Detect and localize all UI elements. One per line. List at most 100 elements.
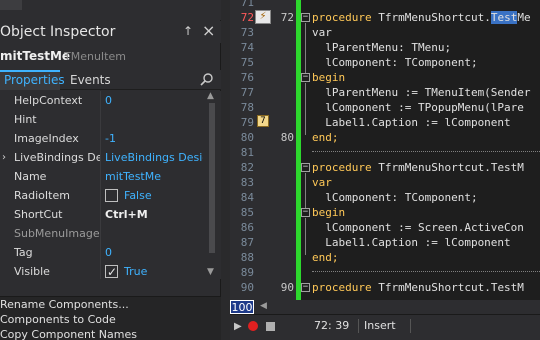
tab-properties[interactable]: Properties: [0, 70, 65, 90]
property-row[interactable]: Tag 0: [0, 243, 203, 262]
insert-mode[interactable]: Insert: [364, 319, 396, 332]
column-divider[interactable]: [100, 91, 101, 279]
code-editor: 71 72 73 74 75 76 77 78 79 80 81 82 83 8…: [230, 0, 540, 340]
selected-text: Test: [490, 11, 518, 24]
inspector-actions: Rename Components... Components to Code …: [0, 296, 221, 340]
search-icon[interactable]: [199, 72, 215, 88]
line-number: 78: [240, 101, 254, 114]
line-number: 72: [240, 11, 254, 24]
property-name: ShortCut: [14, 208, 63, 221]
line-number: 87: [240, 236, 254, 249]
line-number: 75: [240, 56, 254, 69]
line-number: 83: [240, 176, 254, 189]
property-row[interactable]: HelpContext 0: [0, 91, 203, 110]
fold-collapse-icon[interactable]: −: [301, 283, 310, 292]
stop-macro-icon[interactable]: [266, 322, 275, 331]
line-number-secondary: 80: [280, 131, 294, 144]
breakpoint-icon[interactable]: ⚡: [255, 10, 271, 24]
bookmark-icon[interactable]: 7: [257, 115, 269, 127]
method-separator: [312, 151, 540, 152]
property-value[interactable]: 0: [105, 91, 203, 110]
play-macro-icon[interactable]: ▶: [234, 321, 242, 332]
line-number: 86: [240, 221, 254, 234]
fold-collapse-icon[interactable]: −: [301, 13, 310, 22]
action-rename-components[interactable]: Rename Components...: [0, 298, 129, 312]
property-row[interactable]: Visible ✓ True: [0, 262, 203, 281]
code-line: var: [312, 176, 332, 189]
horizontal-scrollbar[interactable]: 100 ◀: [230, 300, 540, 314]
fold-collapse-icon[interactable]: −: [301, 208, 310, 217]
radioitem-checkbox[interactable]: [105, 189, 118, 202]
action-components-to-code[interactable]: Components to Code: [0, 313, 116, 327]
fold-collapse-icon[interactable]: −: [301, 163, 310, 172]
line-number-secondary: 90: [280, 281, 294, 294]
fold-guide: [305, 218, 306, 255]
property-value[interactable]: 0: [105, 243, 203, 262]
line-number: 85: [240, 206, 254, 219]
code-line: procedure TfrmMenuShortcut.TestMe: [312, 11, 531, 24]
visible-checkbox[interactable]: ✓: [105, 265, 118, 279]
property-name: HelpContext: [14, 94, 83, 107]
property-row[interactable]: SubMenuImages: [0, 224, 203, 243]
code-line: lComponent: TComponent;: [312, 191, 478, 204]
property-value[interactable]: mitTestMe: [105, 167, 203, 186]
line-number: 71: [240, 0, 254, 9]
tab-events[interactable]: Events: [66, 70, 115, 90]
code-line: begin: [312, 71, 346, 84]
status-separator: [410, 319, 411, 333]
close-icon[interactable]: ×: [202, 21, 215, 40]
code-line: end;: [312, 251, 339, 264]
property-row[interactable]: ImageIndex -1: [0, 129, 203, 148]
line-number: 77: [240, 86, 254, 99]
line-number: 81: [240, 146, 254, 159]
line-number: 90: [240, 281, 254, 294]
property-row[interactable]: Hint: [0, 110, 203, 129]
zoom-level[interactable]: 100: [230, 300, 254, 314]
action-copy-component-names[interactable]: Copy Component Names: [0, 328, 137, 340]
line-number: 89: [240, 266, 254, 279]
line-number: 80: [240, 131, 254, 144]
line-number: 82: [240, 161, 254, 174]
code-area[interactable]: procedure TfrmMenuShortcut.TestMe var lP…: [312, 0, 540, 300]
property-name: Hint: [14, 113, 37, 126]
code-line: lParentMenu: TMenu;: [312, 41, 452, 54]
scrollbar-thumb[interactable]: [209, 103, 215, 253]
property-row[interactable]: Name mitTestMe: [0, 167, 203, 186]
editor-status-bar: ▶ 72: 39 Insert: [230, 314, 540, 340]
inspector-title: Object Inspector: [0, 24, 116, 40]
property-row[interactable]: › LiveBindings Designer LiveBindings Des…: [0, 148, 203, 167]
property-value[interactable]: -1: [105, 129, 203, 148]
code-line: end;: [312, 131, 339, 144]
object-name: mitTestMe: [0, 49, 71, 63]
scroll-down-icon[interactable]: ▼: [207, 267, 214, 277]
code-line: procedure TfrmMenuShortcut.TestM: [312, 281, 524, 294]
property-value[interactable]: LiveBindings Designer: [105, 148, 203, 167]
scroll-left-icon[interactable]: ◀: [260, 301, 267, 311]
pin-icon[interactable]: ↑: [183, 24, 193, 38]
splitter[interactable]: [221, 0, 230, 340]
object-inspector-panel: Object Inspector ↑ × mitTestMe TMenuItem…: [0, 0, 221, 340]
property-value[interactable]: Ctrl+M: [105, 205, 203, 224]
line-number: 76: [240, 71, 254, 84]
scroll-up-icon[interactable]: ▲: [207, 91, 214, 101]
property-row[interactable]: RadioItem False: [0, 186, 203, 205]
inspector-title-bar: Object Inspector ↑ ×: [0, 21, 221, 43]
code-line: var: [312, 26, 332, 39]
fold-guide: [305, 83, 306, 135]
line-number-gutter[interactable]: 71 72 73 74 75 76 77 78 79 80 81 82 83 8…: [230, 0, 296, 300]
method-separator: [312, 271, 540, 272]
property-name: Name: [14, 170, 47, 183]
line-number: 79: [240, 116, 254, 129]
fold-collapse-icon[interactable]: −: [301, 73, 310, 82]
record-macro-icon[interactable]: [248, 321, 258, 331]
property-name: ImageIndex: [14, 132, 79, 145]
property-row[interactable]: ShortCut Ctrl+M: [0, 205, 203, 224]
chevron-right-icon[interactable]: ›: [2, 148, 6, 167]
code-line: lParentMenu := TMenuItem(Sender: [312, 86, 531, 99]
panel-tab-remnant[interactable]: [0, 0, 22, 10]
object-selector[interactable]: mitTestMe TMenuItem: [0, 46, 221, 66]
property-value: False: [124, 189, 152, 202]
property-scrollbar[interactable]: ▲ ▼: [203, 91, 221, 279]
code-line: Label1.Caption := lComponent: [312, 116, 511, 129]
property-name: Tag: [14, 246, 33, 259]
